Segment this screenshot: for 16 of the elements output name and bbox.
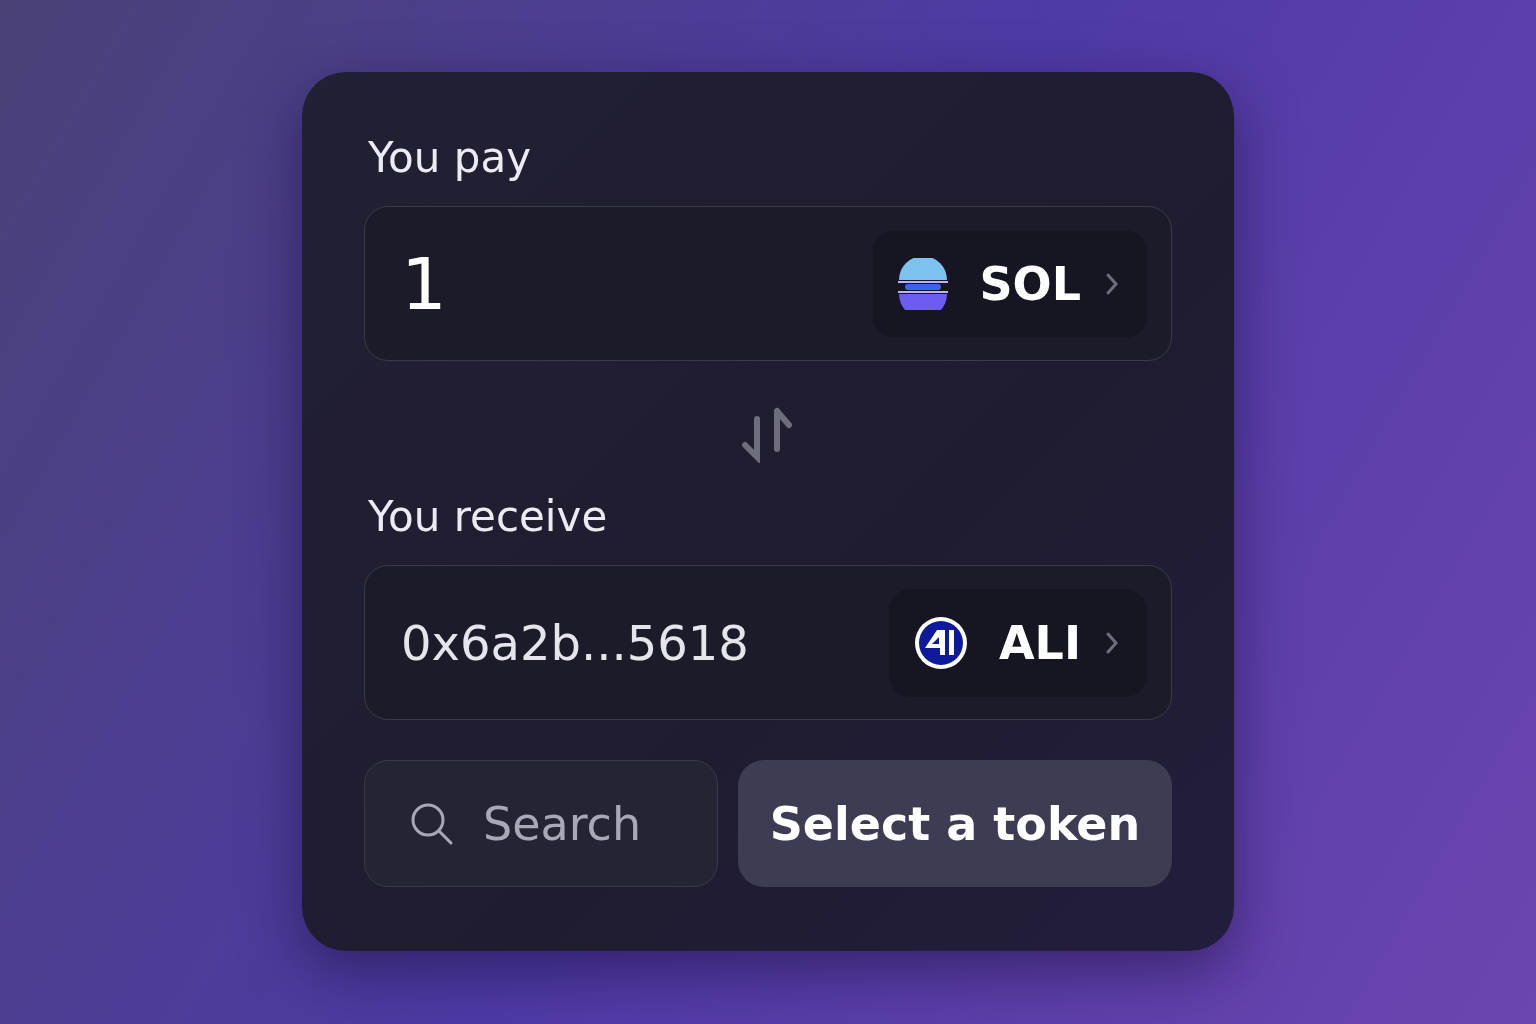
amount-field-box[interactable]: 0x6a2b...5618 ALI [364,565,1172,720]
section-label: You receive [368,493,609,541]
chevron-icon [1105,271,1119,296]
amount-field[interactable]: 0x6a2b...5618 [401,614,821,671]
token-logo-icon [897,257,950,310]
swap-icon[interactable] [741,405,795,463]
amount-field-box[interactable]: 1 SOL [364,206,1172,361]
token-selector[interactable]: SOL [873,229,1147,338]
chevron-icon [1105,630,1119,655]
search-field[interactable]: Search [364,760,718,887]
search-input[interactable]: Search [483,796,683,851]
token-selector[interactable]: ALI [888,588,1147,697]
token-logo-icon [912,614,969,671]
select-token-button[interactable]: Select a token [738,760,1172,887]
section-label: You pay [368,134,532,182]
amount-field[interactable]: 1 [401,241,821,326]
